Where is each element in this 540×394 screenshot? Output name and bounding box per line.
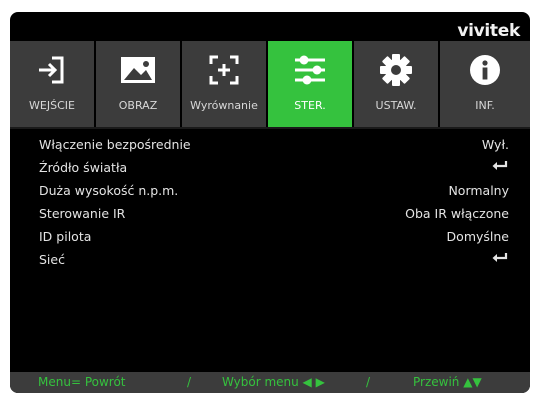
menu-item-network[interactable]: Sieć [10, 249, 530, 271]
menu-item-light-source[interactable]: Źródło światła [10, 157, 530, 179]
footer-menu-back: Menu= Powrót [38, 375, 126, 389]
tab-settings[interactable]: USTAW. [354, 41, 440, 127]
tab-bar: WEJŚCIE OBRAZ Wyrównanie STER. USTAW. IN… [10, 41, 530, 127]
menu-item-remote-id[interactable]: ID pilota Domyślne [10, 226, 530, 248]
osd-menu: vivitek WEJŚCIE OBRAZ Wyrównanie STER. U… [10, 12, 530, 393]
info-icon [440, 53, 530, 87]
alignment-icon [182, 53, 266, 87]
tab-label: USTAW. [375, 99, 417, 112]
menu-item-label: Źródło światła [39, 160, 128, 175]
menu-item-high-altitude[interactable]: Duża wysokość n.p.m. Normalny [10, 180, 530, 202]
menu-item-direct-power-on[interactable]: Włączenie bezpośrednie Wył. [10, 134, 530, 156]
brand-logo: vivitek [457, 21, 520, 41]
menu-item-label: Włączenie bezpośrednie [39, 137, 191, 152]
footer-separator: / [366, 375, 371, 389]
input-icon [10, 53, 94, 87]
footer-scroll: Przewiń ▲▼ [413, 375, 482, 389]
sliders-icon [268, 53, 352, 87]
gear-icon [354, 53, 438, 87]
tab-control[interactable]: STER. [268, 41, 354, 127]
tab-info[interactable]: INF. [440, 41, 530, 127]
tab-input[interactable]: WEJŚCIE [10, 41, 96, 127]
tab-label: INF. [475, 99, 495, 112]
enter-icon [491, 160, 509, 175]
menu-item-label: Sterowanie IR [39, 206, 126, 221]
tab-label: STER. [294, 99, 326, 112]
menu-item-value: Oba IR włączone [405, 206, 509, 221]
menu-item-value: Domyślne [446, 229, 509, 244]
menu-item-ir-control[interactable]: Sterowanie IR Oba IR włączone [10, 203, 530, 225]
footer-select-menu: Wybór menu ◀ ▶ [222, 375, 325, 389]
tab-alignment[interactable]: Wyrównanie [182, 41, 268, 127]
footer-hint-bar: Menu= Powrót / Wybór menu ◀ ▶ / Przewiń … [10, 372, 530, 393]
menu-item-label: ID pilota [39, 229, 92, 244]
menu-item-label: Duża wysokość n.p.m. [39, 183, 179, 198]
tab-label: WEJŚCIE [29, 99, 75, 112]
footer-separator: / [187, 375, 192, 389]
menu-item-label: Sieć [39, 252, 65, 267]
enter-icon [491, 252, 509, 267]
menu-item-value: Normalny [448, 183, 509, 198]
tab-image[interactable]: OBRAZ [96, 41, 182, 127]
menu-item-value: Wył. [481, 137, 509, 152]
divider [10, 127, 530, 129]
image-icon [96, 53, 180, 87]
tab-label: Wyrównanie [190, 99, 258, 112]
tab-label: OBRAZ [118, 99, 158, 112]
